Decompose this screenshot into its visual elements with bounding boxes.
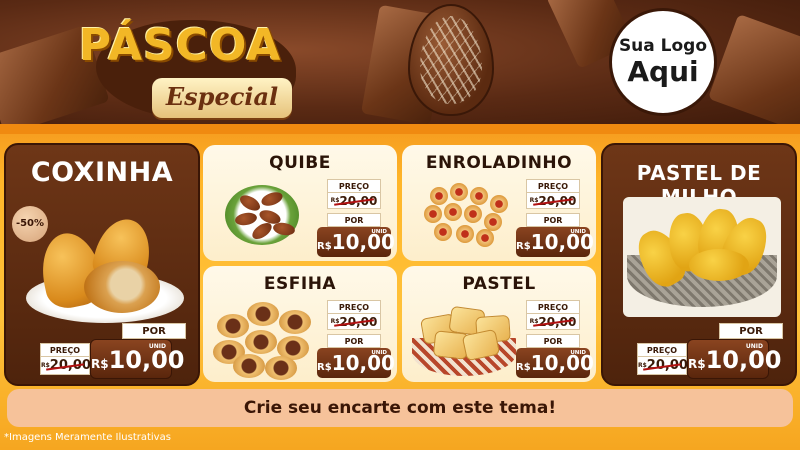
old-price: R$20,00	[40, 357, 91, 375]
product-name: ESFIHA	[263, 274, 337, 294]
product-card-esfiha[interactable]: ESFIHA PREÇO R$20,00 POR R$10,00 UNID	[203, 266, 397, 382]
por-label: POR	[526, 213, 580, 227]
product-card-pastel[interactable]: PASTEL PREÇO R$20,00 POR R$10,00 UNID	[402, 266, 596, 382]
price-block: PREÇO R$20,00 POR R$10,00 UNID	[317, 179, 395, 257]
old-price: R$20,00	[327, 193, 381, 209]
preco-label: PREÇO	[40, 343, 90, 357]
product-name: COXINHA	[30, 157, 174, 188]
price-block: POR PREÇO R$20,00 R$10,00 UNID	[36, 323, 196, 381]
unit-label: UNID	[148, 343, 166, 350]
unit-label: UNID	[745, 343, 763, 350]
por-label: POR	[327, 334, 381, 348]
sale-price: R$10,00 UNID	[687, 339, 782, 379]
preco-label: PREÇO	[637, 343, 687, 357]
sale-price: R$10,00 UNID	[317, 348, 395, 378]
sale-price: R$10,00 UNID	[90, 339, 185, 379]
old-price: R$20,00	[327, 314, 381, 330]
old-price: R$20,00	[526, 314, 580, 330]
header-banner: PÁSCOA Especial Sua Logo Aqui	[0, 0, 800, 125]
product-name: ENROLADINHO	[425, 153, 573, 173]
footnote: *Imagens Meramente Ilustrativas	[4, 432, 171, 443]
por-label: POR	[327, 213, 381, 227]
cta-banner[interactable]: Crie seu encarte com este tema!	[7, 389, 793, 427]
page-title: PÁSCOA	[78, 20, 282, 71]
product-name: PASTEL	[462, 274, 536, 294]
price-block: PREÇO R$20,00 POR R$10,00 UNID	[516, 300, 594, 378]
por-label: POR	[526, 334, 580, 348]
product-name: QUIBE	[269, 153, 331, 173]
unit-label: UNID	[371, 350, 387, 356]
chocolate-bar-image	[707, 13, 800, 125]
price-block: PREÇO R$20,00 POR R$10,00 UNID	[317, 300, 395, 378]
quibe-image	[225, 179, 299, 245]
sale-price: R$10,00 UNID	[516, 348, 594, 378]
logo-text-line1: Sua Logo	[618, 36, 708, 56]
price-block: PREÇO R$20,00 POR R$10,00 UNID	[516, 179, 594, 257]
product-card-coxinha[interactable]: COXINHA -50% POR PREÇO R$20,00 R$10,00 U…	[4, 143, 200, 386]
pastel-image	[408, 302, 520, 378]
unit-label: UNID	[570, 229, 586, 235]
product-card-enroladinho[interactable]: ENROLADINHO PREÇO R$20,00 POR R$10,00 UN…	[402, 145, 596, 261]
por-label: POR	[122, 323, 186, 339]
enroladinho-image	[420, 179, 510, 249]
product-card-quibe[interactable]: QUIBE PREÇO R$20,00 POR R$10,00 UNID	[203, 145, 397, 261]
flyer: PÁSCOA Especial Sua Logo Aqui COXINHA -5…	[0, 0, 800, 450]
page-subtitle: Especial	[152, 78, 292, 118]
old-price: R$20,00	[526, 193, 580, 209]
logo-placeholder[interactable]: Sua Logo Aqui	[609, 8, 717, 116]
title-logo: PÁSCOA Especial	[60, 12, 300, 122]
product-card-pastel-de-milho[interactable]: PASTEL DE MILHO POR PREÇO R$20,00 R$10,0…	[601, 143, 797, 386]
preco-label: PREÇO	[327, 300, 381, 314]
preco-label: PREÇO	[526, 179, 580, 193]
unit-label: UNID	[570, 350, 586, 356]
logo-text-line2: Aqui	[627, 55, 699, 88]
pastel-de-milho-image	[617, 191, 787, 321]
preco-label: PREÇO	[526, 300, 580, 314]
sale-price: R$10,00 UNID	[516, 227, 594, 257]
old-price: R$20,00	[637, 357, 688, 375]
sale-price: R$10,00 UNID	[317, 227, 395, 257]
unit-label: UNID	[371, 229, 387, 235]
por-label: POR	[719, 323, 783, 339]
easter-egg-image	[408, 4, 494, 116]
esfiha-image	[211, 298, 317, 380]
coxinha-image	[20, 213, 190, 325]
price-block: POR PREÇO R$20,00 R$10,00 UNID	[633, 323, 793, 381]
preco-label: PREÇO	[327, 179, 381, 193]
